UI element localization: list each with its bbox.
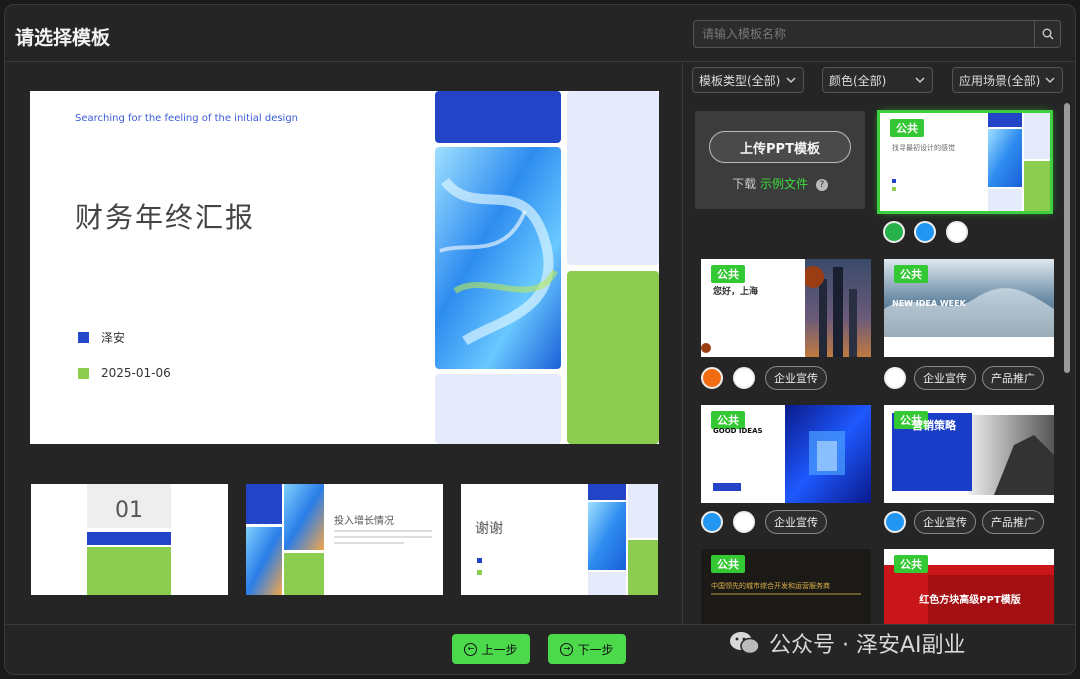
download-sample-row: 下载 示例文件 ? xyxy=(695,175,865,192)
color-option-blue[interactable] xyxy=(914,221,936,243)
dialog-title: 请选择模板 xyxy=(15,27,111,49)
thumbnail-slide-3[interactable]: 谢谢 xyxy=(461,484,658,595)
color-option-orange[interactable] xyxy=(701,367,723,389)
color-option-blue[interactable] xyxy=(884,511,906,533)
template-card-title: 营销策略 xyxy=(912,419,956,432)
template-graphic xyxy=(988,113,1050,211)
template-card-6[interactable]: 公共 中国领先的城市综合开发和运营服务商 xyxy=(701,549,871,624)
template-card-title: 红色方块高级PPT模版 xyxy=(919,595,1021,606)
search-input[interactable] xyxy=(694,21,1034,47)
tag-enterprise-promo[interactable]: 企业宣传 xyxy=(914,510,976,534)
watermark-text: 公众号 · 泽安AI副业 xyxy=(769,633,966,658)
template-card-title: GOOD IDEAS xyxy=(713,427,763,435)
template-card-title: 您好，上海 xyxy=(713,287,759,297)
search-icon xyxy=(1042,28,1053,40)
footer-divider xyxy=(5,624,1075,625)
panel-divider xyxy=(682,62,683,624)
slide-tagline: Searching for the feeling of the initial… xyxy=(75,113,299,124)
color-option-blue[interactable] xyxy=(701,511,723,533)
filter-type-label: 模板类型(全部) xyxy=(699,73,781,88)
template-card-title: NEW IDEA WEEK xyxy=(892,299,966,308)
template-card-7[interactable]: 公共 红色方块高级PPT模版 xyxy=(884,549,1054,624)
wechat-icon xyxy=(730,632,760,655)
thumbnail-number: 01 xyxy=(115,498,143,523)
next-step-label: 下一步 xyxy=(577,642,614,657)
public-badge: 公共 xyxy=(711,555,745,573)
prev-step-label: 上一步 xyxy=(481,642,518,657)
slide-graphic xyxy=(435,91,659,444)
filter-scene-label: 应用场景(全部) xyxy=(959,73,1041,88)
slide-preview: Searching for the feeling of the initial… xyxy=(30,91,659,444)
thumbnail-graphic xyxy=(588,484,658,595)
arrow-left-icon: ← xyxy=(464,642,478,656)
color-option-white[interactable] xyxy=(884,367,906,389)
green-square-icon xyxy=(78,367,89,379)
template-dialog: 请选择模板 Searching for the feeling of the i… xyxy=(4,4,1076,675)
template-card-title: 中国领先的城市综合开发和运营服务商 xyxy=(711,582,830,590)
thumbnail-slide-1[interactable]: 01 xyxy=(31,484,228,595)
filter-type-select[interactable]: 模板类型(全部) xyxy=(692,67,804,93)
public-badge: 公共 xyxy=(894,555,928,573)
thumbnail-heading: 投入增长情况 xyxy=(334,516,394,527)
chevron-down-icon xyxy=(786,77,796,84)
template-graphic xyxy=(785,405,871,503)
header-divider xyxy=(5,61,1075,62)
template-card-2[interactable]: 公共 您好，上海 xyxy=(701,259,871,357)
tag-enterprise-promo[interactable]: 企业宣传 xyxy=(914,366,976,390)
color-option-white[interactable] xyxy=(733,511,755,533)
template-card-3[interactable]: 公共 NEW IDEA WEEK xyxy=(884,259,1054,357)
thumbnail-slide-2[interactable]: 投入增长情况 xyxy=(246,484,443,595)
filter-scene-select[interactable]: 应用场景(全部) xyxy=(952,67,1063,93)
slide-date: 2025-01-06 xyxy=(101,366,171,380)
download-label: 下载 xyxy=(732,177,757,191)
template-card-5[interactable]: 公共 营销策略 xyxy=(884,405,1054,503)
sample-file-link[interactable]: 示例文件 xyxy=(760,177,808,191)
next-step-button[interactable]: → 下一步 xyxy=(548,634,626,664)
color-option-green[interactable] xyxy=(883,221,905,243)
tag-enterprise-promo[interactable]: 企业宣传 xyxy=(765,366,827,390)
blue-square-icon xyxy=(78,332,89,343)
filter-color-select[interactable]: 颜色(全部) xyxy=(822,67,933,93)
public-badge: 公共 xyxy=(894,265,928,283)
chevron-down-icon xyxy=(915,77,925,84)
tag-product-promo[interactable]: 产品推广 xyxy=(982,510,1044,534)
arrow-right-icon: → xyxy=(560,642,574,656)
search-button[interactable] xyxy=(1034,21,1060,47)
thumbnail-graphic xyxy=(246,484,324,595)
slide-author-row: 泽安 xyxy=(78,329,125,346)
template-list: 上传PPT模板 下载 示例文件 ? 公共 找寻最初设计的感觉 公共 您好，上海 … xyxy=(688,99,1065,624)
chevron-down-icon xyxy=(1045,77,1055,84)
help-icon[interactable]: ? xyxy=(815,178,828,191)
upload-ppt-button[interactable]: 上传PPT模板 xyxy=(709,131,851,163)
template-card-title: 找寻最初设计的感觉 xyxy=(892,144,955,152)
slide-date-row: 2025-01-06 xyxy=(78,366,171,380)
template-card-1[interactable]: 公共 找寻最初设计的感觉 xyxy=(877,110,1053,214)
slide-title: 财务年终汇报 xyxy=(75,201,256,234)
thumbnail-heading: 谢谢 xyxy=(475,521,503,537)
public-badge: 公共 xyxy=(711,265,745,283)
tag-enterprise-promo[interactable]: 企业宣传 xyxy=(765,510,827,534)
public-badge: 公共 xyxy=(890,119,924,137)
upload-panel: 上传PPT模板 下载 示例文件 ? xyxy=(695,111,865,209)
color-option-white[interactable] xyxy=(733,367,755,389)
filter-color-label: 颜色(全部) xyxy=(829,73,887,88)
template-graphic xyxy=(805,259,871,357)
search-box xyxy=(693,20,1061,48)
template-card-4[interactable]: 公共 GOOD IDEAS xyxy=(701,405,871,503)
prev-step-button[interactable]: ← 上一步 xyxy=(452,634,530,664)
slide-author: 泽安 xyxy=(101,331,126,345)
color-option-white[interactable] xyxy=(946,221,968,243)
watermark: 公众号 · 泽安AI副业 xyxy=(729,627,966,659)
template-list-scrollbar[interactable] xyxy=(1064,103,1070,373)
tag-product-promo[interactable]: 产品推广 xyxy=(982,366,1044,390)
